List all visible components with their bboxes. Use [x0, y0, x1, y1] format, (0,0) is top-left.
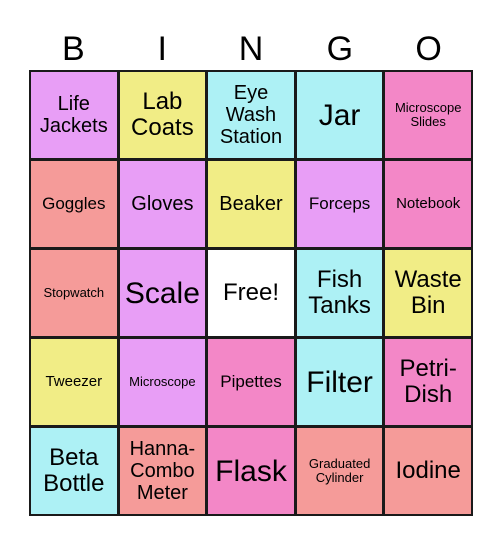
bingo-cell[interactable]: Fish Tanks	[296, 250, 383, 336]
bingo-cell[interactable]: Flask	[208, 428, 294, 514]
cell-label: Graduated Cylinder	[308, 455, 371, 485]
bingo-header: B I N G O	[29, 28, 473, 70]
cell-label: Eye Wash Station	[219, 82, 283, 148]
cell-label: Scale	[124, 276, 200, 310]
cell-label: Waste Bin	[394, 265, 462, 319]
header-letter-i: I	[157, 30, 167, 68]
bingo-cell[interactable]: Pipettes	[208, 339, 294, 425]
bingo-cell[interactable]: Forceps	[296, 161, 383, 247]
header-letter-o: O	[415, 30, 442, 68]
bingo-cell[interactable]: Notebook	[385, 161, 471, 247]
cell-label: Stopwatch	[43, 284, 105, 300]
bingo-cell[interactable]: Jar	[296, 72, 383, 158]
cell-label: Beta Bottle	[43, 443, 105, 497]
cell-label: Petri- Dish	[399, 354, 457, 408]
cell-label: Microscope	[129, 373, 196, 389]
bingo-cell[interactable]: Filter	[296, 339, 383, 425]
cell-label: Hanna- Combo Meter	[129, 438, 196, 504]
cell-label: Beaker	[219, 193, 283, 215]
bingo-cell[interactable]: Graduated Cylinder	[296, 428, 383, 514]
cell-label: Forceps	[308, 193, 371, 213]
header-letter-n: N	[238, 30, 264, 68]
bingo-cell[interactable]: Waste Bin	[385, 250, 471, 336]
bingo-cell[interactable]: Petri- Dish	[385, 339, 471, 425]
bingo-cell[interactable]: Stopwatch	[31, 250, 117, 336]
header-letter-b: B	[62, 30, 85, 68]
bingo-cell[interactable]: Goggles	[31, 161, 117, 247]
bingo-cell[interactable]: Gloves	[119, 161, 206, 247]
cell-label: Iodine	[395, 456, 461, 484]
cell-label: Tweezer	[45, 372, 103, 390]
bingo-cell[interactable]: Beta Bottle	[31, 428, 117, 514]
bingo-cell[interactable]: Scale	[119, 250, 206, 336]
cell-label: Fish Tanks	[308, 265, 371, 319]
free-space-cell[interactable]: Free!	[208, 250, 294, 336]
bingo-cell[interactable]: Microscope	[119, 339, 206, 425]
cell-label: Pipettes	[220, 371, 282, 391]
bingo-cell[interactable]: Tweezer	[31, 339, 117, 425]
cell-label: Jar	[318, 98, 361, 132]
bingo-cell[interactable]: Eye Wash Station	[208, 72, 294, 158]
cell-label: Life Jackets	[39, 93, 108, 137]
cell-label: Lab Coats	[131, 87, 194, 141]
bingo-cell[interactable]: Iodine	[385, 428, 471, 514]
bingo-board: Life Jackets Lab Coats Eye Wash Station Jar Micr…	[29, 70, 473, 516]
cell-label: Free!	[222, 278, 279, 306]
cell-label: Notebook	[396, 194, 461, 212]
bingo-cell[interactable]: Life Jackets	[31, 72, 117, 158]
bingo-cell[interactable]: Beaker	[208, 161, 294, 247]
bingo-cell[interactable]: Microscope Slides	[385, 72, 471, 158]
bingo-cell[interactable]: Hanna- Combo Meter	[119, 428, 206, 514]
cell-label: Filter	[306, 365, 373, 399]
cell-label: Gloves	[131, 193, 194, 215]
bingo-cell[interactable]: Lab Coats	[119, 72, 206, 158]
cell-label: Microscope Slides	[394, 99, 462, 129]
header-letter-g: G	[326, 30, 354, 68]
cell-label: Goggles	[42, 193, 106, 213]
cell-label: Flask	[215, 454, 287, 488]
